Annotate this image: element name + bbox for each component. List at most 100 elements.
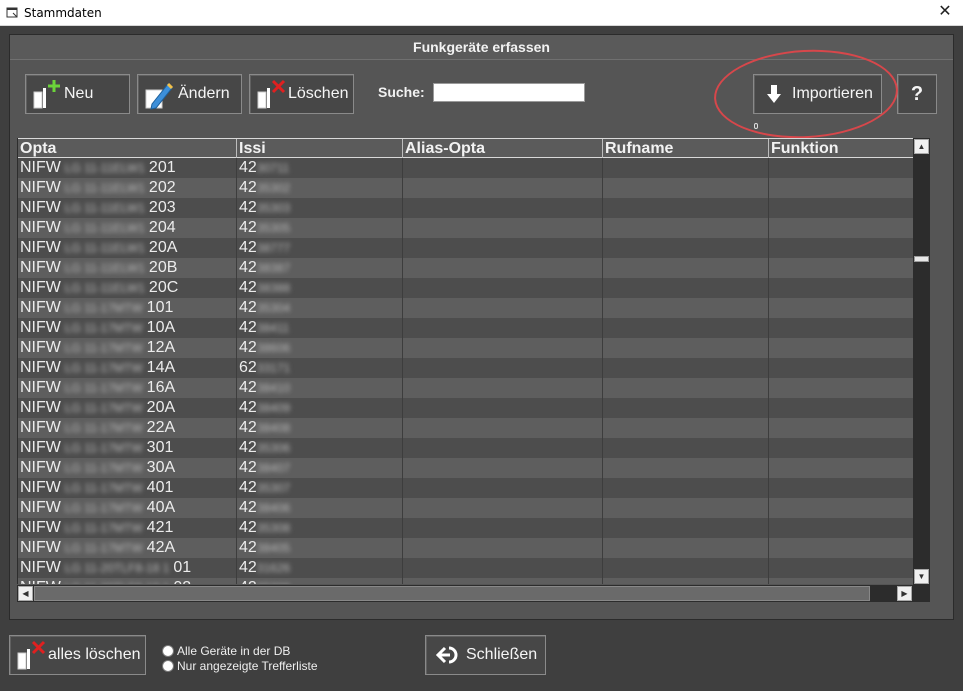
vertical-scrollbar[interactable]: ▲ ▼ xyxy=(913,138,930,585)
cell-issi: 4238411 xyxy=(237,318,403,338)
scroll-left-icon[interactable]: ◀ xyxy=(18,586,33,601)
cell-funktion xyxy=(769,278,913,298)
panel-title: Funkgeräte erfassen xyxy=(10,35,953,60)
opta-suffix: 401 xyxy=(146,479,174,496)
cell-funktion xyxy=(769,578,913,584)
table-row[interactable]: NIFW LG 11-17MTW 401 4235307 xyxy=(18,478,913,498)
opta-suffix: 42A xyxy=(146,539,176,556)
scroll-down-icon[interactable]: ▼ xyxy=(914,569,929,584)
device-add-icon xyxy=(33,80,60,109)
close-button[interactable]: Schließen xyxy=(425,635,546,675)
issi-prefix: 42 xyxy=(239,379,257,396)
opta-suffix: 101 xyxy=(146,299,174,316)
table-row[interactable]: NIFW LG 11-20TLF8-18 102 4235309 xyxy=(18,578,913,584)
opta-suffix: 20C xyxy=(148,279,179,296)
table-row[interactable]: NIFW LG 11-17MTW 20A 4238409 xyxy=(18,398,913,418)
table-row[interactable]: NIFW LG 11-11ELW1 20C 4238388 xyxy=(18,278,913,298)
radio-visible-results[interactable]: Nur angezeigte Trefferliste xyxy=(162,658,318,673)
column-header-funktion[interactable]: Funktion xyxy=(769,139,913,158)
cell-funktion xyxy=(769,538,913,558)
column-header-issi[interactable]: Issi xyxy=(237,139,403,158)
table-row[interactable]: NIFW LG 11-17MTW 16A 4238410 xyxy=(18,378,913,398)
opta-suffix: 204 xyxy=(148,219,176,236)
cell-alias-opta xyxy=(403,218,603,238)
cell-issi: 4235307 xyxy=(237,478,403,498)
horizontal-scroll-thumb[interactable] xyxy=(34,586,870,601)
scroll-right-icon[interactable]: ▶ xyxy=(897,586,912,601)
delete-button[interactable]: Löschen xyxy=(249,74,354,114)
edit-button[interactable]: Ändern xyxy=(137,74,242,114)
cell-opta: NIFW LG 11-17MTW 40A xyxy=(18,498,237,518)
column-header-opta[interactable]: Opta xyxy=(18,139,237,158)
opta-prefix: NIFW xyxy=(20,559,61,576)
table-row[interactable]: NIFW LG 11-11ELW1 203 4235303 xyxy=(18,198,913,218)
new-button[interactable]: Neu xyxy=(25,74,130,114)
import-button[interactable]: Importieren xyxy=(753,74,882,114)
radio-all-devices[interactable]: Alle Geräte in der DB xyxy=(162,643,318,658)
column-header-rufname[interactable]: Rufname xyxy=(603,139,769,158)
cell-alias-opta xyxy=(403,538,603,558)
radio-button-icon[interactable] xyxy=(162,644,174,657)
horizontal-scrollbar[interactable]: ◀ ▶ xyxy=(17,585,913,602)
table-row[interactable]: NIFW LG 11-11ELW1 20A 4238777 xyxy=(18,238,913,258)
scroll-up-icon[interactable]: ▲ xyxy=(914,139,929,154)
table-row[interactable]: NIFW LG 11-17MTW 101 4235304 xyxy=(18,298,913,318)
issi-prefix: 42 xyxy=(239,579,257,584)
cell-rufname xyxy=(603,298,769,318)
cell-rufname xyxy=(603,178,769,198)
help-button[interactable]: ? xyxy=(897,74,937,114)
table-row[interactable]: NIFW LG 11-17MTW 14A 6233171 xyxy=(18,358,913,378)
table-row[interactable]: NIFW LG 11-17MTW 301 4235306 xyxy=(18,438,913,458)
issi-redacted: 38410 xyxy=(256,381,291,395)
radio-all-devices-label: Alle Geräte in der DB xyxy=(177,643,291,658)
cell-rufname xyxy=(603,338,769,358)
table-row[interactable]: NIFW LG 11-17MTW 42A 4238405 xyxy=(18,538,913,558)
issi-redacted: 38777 xyxy=(256,241,291,255)
opta-prefix: NIFW xyxy=(20,519,61,536)
search-input[interactable] xyxy=(433,83,585,102)
cell-opta: NIFW LG 11-11ELW1 201 xyxy=(18,158,237,178)
cell-rufname xyxy=(603,238,769,258)
table-row[interactable]: NIFW LG 11-11ELW1 20B 4238387 xyxy=(18,258,913,278)
issi-prefix: 42 xyxy=(239,479,257,496)
table-row[interactable]: NIFW LG 11-11ELW1 204 4235305 xyxy=(18,218,913,238)
cell-funktion xyxy=(769,258,913,278)
cell-issi: 4235303 xyxy=(237,198,403,218)
opta-redacted: LG 11-17MTW xyxy=(64,481,143,495)
delete-all-button[interactable]: alles löschen xyxy=(9,635,146,675)
table-row[interactable]: NIFW LG 11-11ELW1 202 4235302 xyxy=(18,178,913,198)
table-row[interactable]: NIFW LG 11-20TLF8-18 1 01 4231626 xyxy=(18,558,913,578)
opta-redacted: LG 11-17MTW xyxy=(64,341,143,355)
table-row[interactable]: NIFW LG 11-17MTW 10A 4238411 xyxy=(18,318,913,338)
opta-redacted: LG 11-11ELW1 xyxy=(64,201,145,215)
window-close-icon[interactable]: ✕ xyxy=(937,4,953,20)
cell-funktion xyxy=(769,338,913,358)
cell-rufname xyxy=(603,378,769,398)
help-button-label: ? xyxy=(910,82,924,105)
cell-opta: NIFW LG 11-17MTW 12A xyxy=(18,338,237,358)
radio-button-icon[interactable] xyxy=(162,659,174,672)
cell-funktion xyxy=(769,198,913,218)
column-header-alias-opta[interactable]: Alias-Opta xyxy=(403,139,603,158)
opta-prefix: NIFW xyxy=(20,419,61,436)
issi-redacted: 35306 xyxy=(256,441,291,455)
table-row[interactable]: NIFW LG 11-17MTW 30A 4238407 xyxy=(18,458,913,478)
cell-rufname xyxy=(603,558,769,578)
cell-opta: NIFW LG 11-17MTW 20A xyxy=(18,398,237,418)
cell-opta: NIFW LG 11-17MTW 30A xyxy=(18,458,237,478)
cell-opta: NIFW LG 11-11ELW1 20B xyxy=(18,258,237,278)
cell-funktion xyxy=(769,418,913,438)
cell-alias-opta xyxy=(403,398,603,418)
vertical-scroll-thumb[interactable] xyxy=(914,256,929,262)
cell-funktion xyxy=(769,218,913,238)
table-row[interactable]: NIFW LG 11-11ELW1 201 4230711 xyxy=(18,158,913,178)
table-row[interactable]: NIFW LG 11-17MTW 12A 4238606 xyxy=(18,338,913,358)
table-row[interactable]: NIFW LG 11-17MTW 22A 4238408 xyxy=(18,418,913,438)
table-row[interactable]: NIFW LG 11-17MTW 40A 4238406 xyxy=(18,498,913,518)
devices-table[interactable]: Opta Issi Alias-Opta Rufname Funktion NI… xyxy=(17,138,913,584)
cell-alias-opta xyxy=(403,378,603,398)
cell-funktion xyxy=(769,378,913,398)
cell-funktion xyxy=(769,238,913,258)
cell-rufname xyxy=(603,438,769,458)
table-row[interactable]: NIFW LG 11-17MTW 421 4235308 xyxy=(18,518,913,538)
